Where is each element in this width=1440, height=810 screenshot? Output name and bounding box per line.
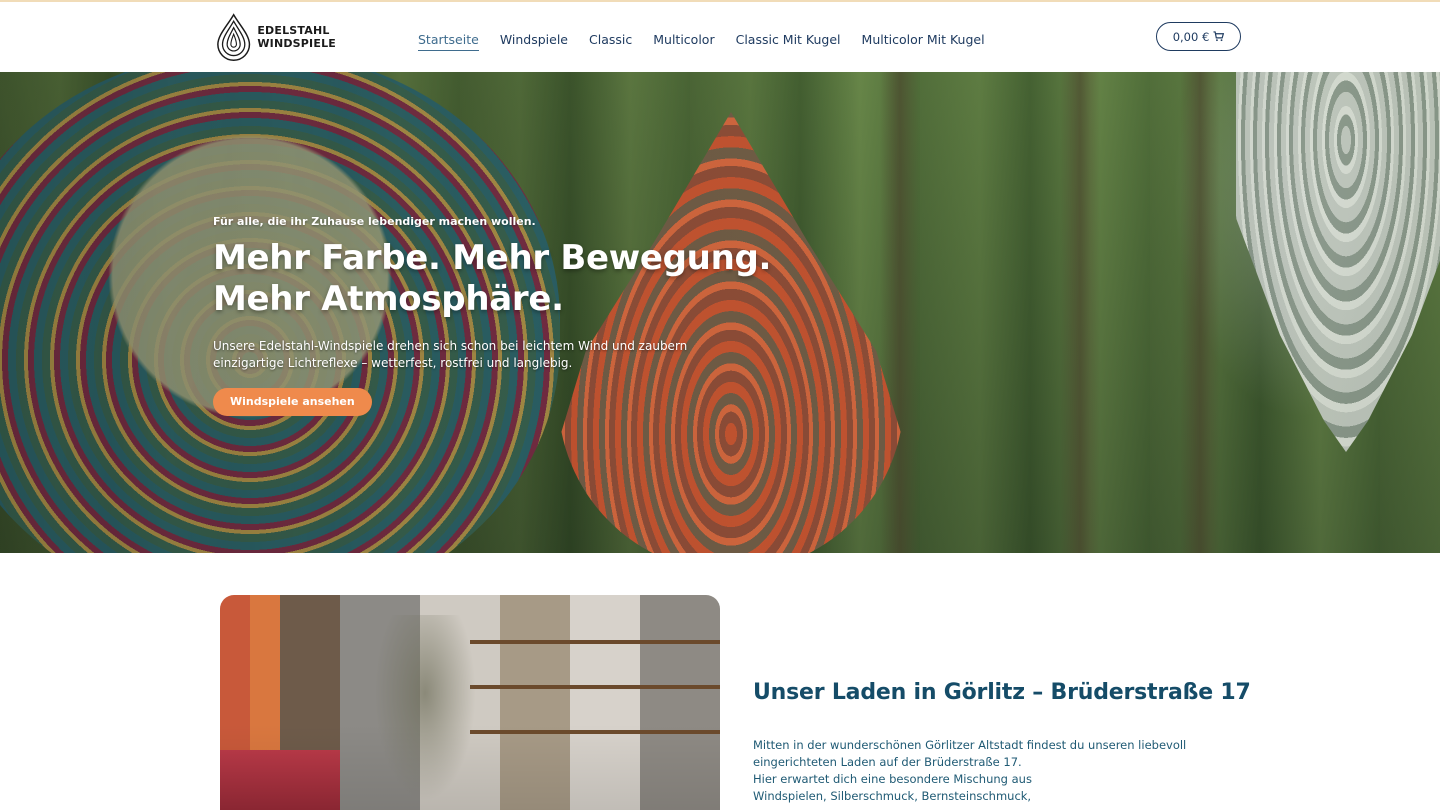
- shop-interior-photo: [220, 595, 720, 810]
- nav-item-multicolor-mit-kugel[interactable]: Multicolor Mit Kugel: [862, 32, 985, 51]
- cart-button[interactable]: 0,00 €: [1156, 22, 1241, 51]
- nav-item-windspiele[interactable]: Windspiele: [500, 32, 568, 51]
- shelf: [470, 730, 720, 734]
- cart-icon: [1213, 31, 1225, 42]
- shelf: [470, 685, 720, 689]
- shop-text-line: eingerichteten Laden auf der Brüderstraß…: [753, 755, 1022, 769]
- hero-banner: Für alle, die ihr Zuhause lebendiger mac…: [0, 72, 1440, 553]
- logo-line-2: WINDSPIELE: [257, 37, 336, 50]
- shop-text-line: Mitten in der wunderschönen Görlitzer Al…: [753, 738, 1187, 752]
- logo-wordmark: EDELSTAHL WINDSPIELE: [257, 24, 336, 50]
- hero-kicker: Für alle, die ihr Zuhause lebendiger mac…: [213, 215, 536, 228]
- nav-item-classic-mit-kugel[interactable]: Classic Mit Kugel: [736, 32, 841, 51]
- hero-content: Für alle, die ihr Zuhause lebendiger mac…: [213, 215, 773, 416]
- nav-item-classic[interactable]: Classic: [589, 32, 632, 51]
- shop-text-line: Windspielen, Silberschmuck, Bernsteinsch…: [753, 789, 1032, 803]
- site-logo[interactable]: EDELSTAHL WINDSPIELE: [216, 10, 336, 64]
- shelf: [470, 640, 720, 644]
- hero-title: Mehr Farbe. Mehr Bewegung. Mehr Atmosphä…: [213, 238, 773, 320]
- hero-description: Unsere Edelstahl-Windspiele drehen sich …: [213, 339, 688, 370]
- hero-title-line-1: Mehr Farbe. Mehr Bewegung.: [213, 238, 772, 278]
- decor-tree: [370, 615, 480, 810]
- view-windspiele-button[interactable]: Windspiele ansehen: [213, 388, 372, 416]
- nav-item-startseite[interactable]: Startseite: [418, 32, 479, 51]
- nav-item-multicolor[interactable]: Multicolor: [653, 32, 714, 51]
- logo-line-1: EDELSTAHL: [257, 24, 330, 37]
- red-carpet: [220, 750, 340, 810]
- teardrop-rings-icon: [217, 13, 251, 61]
- shop-section-text: Mitten in der wunderschönen Görlitzer Al…: [753, 737, 1213, 805]
- site-header: EDELSTAHL WINDSPIELE Startseite Windspie…: [0, 2, 1440, 72]
- shop-section-title: Unser Laden in Görlitz – Brüderstraße 17: [753, 680, 1251, 705]
- shop-text-line: Hier erwartet dich eine besondere Mischu…: [753, 772, 1032, 786]
- main-nav: Startseite Windspiele Classic Multicolor…: [418, 32, 985, 51]
- hero-title-line-2: Mehr Atmosphäre.: [213, 279, 564, 319]
- cart-amount: 0,00 €: [1172, 29, 1210, 44]
